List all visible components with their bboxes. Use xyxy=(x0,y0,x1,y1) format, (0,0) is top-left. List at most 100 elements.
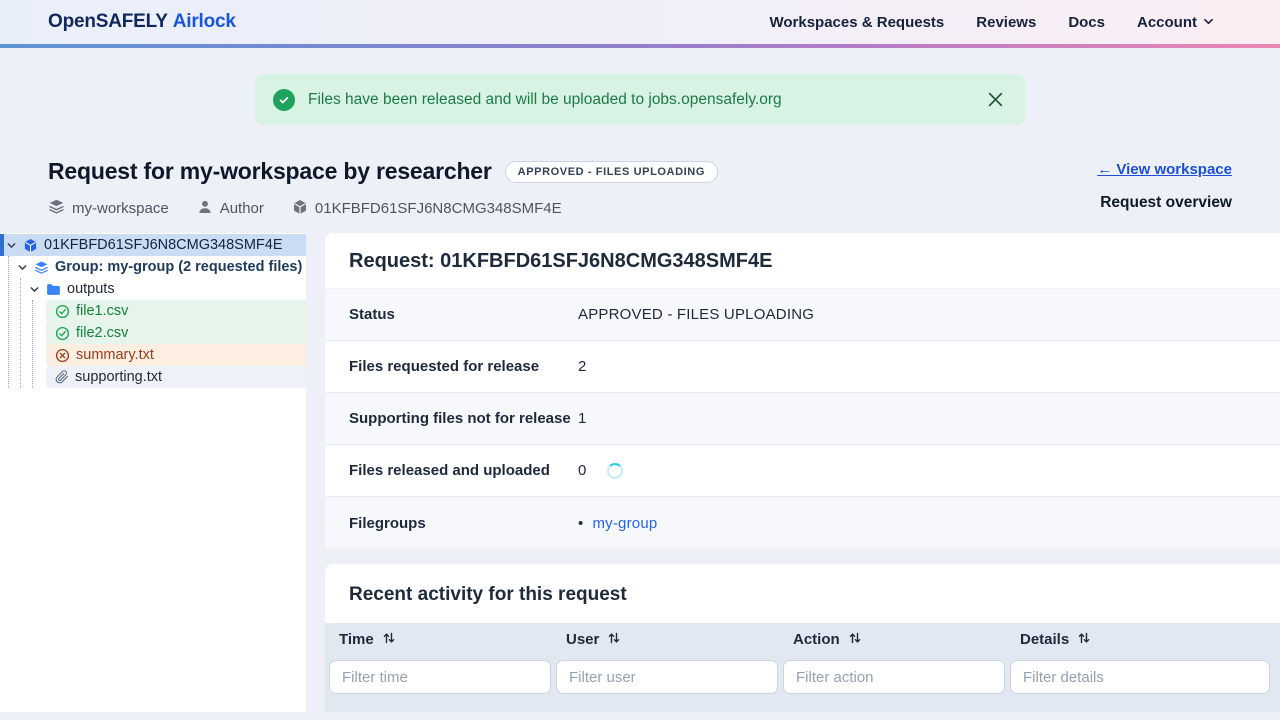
column-header-details[interactable]: Details xyxy=(1010,623,1270,656)
detail-value: 2 xyxy=(578,358,587,375)
chevron-down-icon[interactable] xyxy=(29,284,40,295)
tree-item-summary[interactable]: summary.txt xyxy=(46,344,306,366)
logo-secondary: Airlock xyxy=(172,11,236,32)
page-title: Request for my-workspace by researcher xyxy=(48,158,492,184)
tree-item-label: supporting.txt xyxy=(75,369,163,385)
detail-label: Supporting files not for release xyxy=(349,410,571,427)
meta-workspace-label: my-workspace xyxy=(72,200,169,217)
package-icon xyxy=(292,199,308,219)
activity-table: Time User Action Details xyxy=(325,623,1280,712)
filter-user-input[interactable] xyxy=(556,660,778,694)
main-panel: Request: 01KFBFD61SFJ6N8CMG348SMF4E Stat… xyxy=(325,233,1280,712)
top-navbar: OpenSAFELY Airlock Workspaces & Requests … xyxy=(0,0,1280,44)
detail-value: 1 xyxy=(578,410,587,427)
recent-activity-card: Recent activity for this request Time Us… xyxy=(325,564,1280,712)
tree-item-label: Group: my-group (2 requested files) xyxy=(55,259,303,275)
column-label: Details xyxy=(1020,631,1070,648)
detail-value: • my-group xyxy=(578,515,657,532)
success-check-icon xyxy=(273,88,295,111)
tree-item-label: file1.csv xyxy=(76,303,129,319)
tree-item-group[interactable]: Group: my-group (2 requested files) xyxy=(0,256,306,278)
request-details-title: Request: 01KFBFD61SFJ6N8CMG348SMF4E xyxy=(325,233,1280,289)
tree-guide xyxy=(32,300,33,388)
tree-item-file2[interactable]: file2.csv xyxy=(46,322,306,344)
detail-value: 0 xyxy=(578,462,623,479)
filegroup-link[interactable]: my-group xyxy=(592,515,657,532)
tree-item-outputs-folder[interactable]: outputs xyxy=(0,278,306,300)
activity-filter-row xyxy=(329,656,1270,694)
nav-account-menu[interactable]: Account xyxy=(1137,14,1214,31)
filter-action-input[interactable] xyxy=(783,660,1005,694)
package-icon xyxy=(23,238,38,253)
app-logo[interactable]: OpenSAFELY Airlock xyxy=(48,11,236,33)
column-label: Time xyxy=(339,631,374,648)
column-header-time[interactable]: Time xyxy=(329,623,551,656)
detail-row-status: Status APPROVED - FILES UPLOADING xyxy=(325,289,1280,341)
meta-request-id-label: 01KFBFD61SFJ6N8CMG348SMF4E xyxy=(314,200,562,217)
file-tree-panel: 01KFBFD61SFJ6N8CMG348SMF4E Group: my-gro… xyxy=(0,233,306,712)
tree-item-label: file2.csv xyxy=(76,325,129,341)
close-icon[interactable] xyxy=(986,90,1005,109)
chevron-down-icon xyxy=(1203,14,1214,31)
recent-activity-title: Recent activity for this request xyxy=(349,584,627,605)
request-overview-heading: Request overview xyxy=(1100,194,1232,211)
chevron-down-icon[interactable] xyxy=(6,240,17,251)
column-header-action[interactable]: Action xyxy=(783,623,1005,656)
circle-check-icon xyxy=(55,326,70,341)
nav-workspaces-requests[interactable]: Workspaces & Requests xyxy=(769,14,944,31)
details-table: Status APPROVED - FILES UPLOADING Files … xyxy=(325,289,1280,549)
meta-author-label: Author xyxy=(219,200,264,217)
detail-row-files-released: Files released and uploaded 0 xyxy=(325,445,1280,497)
layers-icon xyxy=(48,198,65,219)
detail-value: APPROVED - FILES UPLOADING xyxy=(578,306,815,323)
tree-item-supporting[interactable]: supporting.txt xyxy=(46,366,306,388)
filter-time-input[interactable] xyxy=(329,660,551,694)
column-header-user[interactable]: User xyxy=(556,623,778,656)
view-workspace-link[interactable]: ← View workspace xyxy=(1097,161,1232,178)
user-icon xyxy=(197,199,213,219)
circle-x-icon xyxy=(55,348,70,363)
filter-details-input[interactable] xyxy=(1010,660,1270,694)
column-label: User xyxy=(566,631,600,648)
tree-item-request-root[interactable]: 01KFBFD61SFJ6N8CMG348SMF4E xyxy=(0,234,306,256)
layers-icon xyxy=(34,260,49,275)
circle-check-icon xyxy=(55,304,70,319)
success-alert: Files have been released and will be upl… xyxy=(255,74,1025,125)
nav-links: Workspaces & Requests Reviews Docs Accou… xyxy=(769,14,1214,31)
detail-row-supporting-files: Supporting files not for release 1 xyxy=(325,393,1280,445)
detail-label: Filegroups xyxy=(349,514,426,532)
upload-spinner-icon xyxy=(606,462,623,479)
tree-item-label: summary.txt xyxy=(76,347,154,363)
meta-author: Author xyxy=(197,199,264,219)
content-area: 01KFBFD61SFJ6N8CMG348SMF4E Group: my-gro… xyxy=(0,233,1280,712)
nav-account-label: Account xyxy=(1137,13,1197,31)
tree-item-file1[interactable]: file1.csv xyxy=(46,300,306,322)
tree-item-label: outputs xyxy=(67,281,115,297)
folder-icon xyxy=(46,282,61,297)
status-badge: APPROVED - FILES UPLOADING xyxy=(504,160,718,183)
detail-label: Files released and uploaded xyxy=(349,462,550,479)
chevron-down-icon[interactable] xyxy=(17,262,28,273)
nav-docs[interactable]: Docs xyxy=(1068,14,1105,31)
sort-icon xyxy=(382,631,396,649)
request-meta: my-workspace Author 01KFBFD61SFJ6N8CMG34… xyxy=(48,198,718,219)
activity-table-header: Time User Action Details xyxy=(329,623,1270,656)
nav-reviews[interactable]: Reviews xyxy=(976,14,1036,31)
brand-gradient-divider xyxy=(0,44,1280,48)
meta-workspace: my-workspace xyxy=(48,198,169,219)
logo-primary: OpenSAFELY xyxy=(48,11,168,32)
meta-request-id: 01KFBFD61SFJ6N8CMG348SMF4E xyxy=(292,199,562,219)
detail-row-filegroups: Filegroups • my-group xyxy=(325,497,1280,549)
detail-label: Files requested for release xyxy=(349,358,540,375)
released-count: 0 xyxy=(578,462,587,479)
sort-icon xyxy=(1077,631,1091,649)
list-bullet: • xyxy=(578,514,584,532)
alert-message: Files have been released and will be upl… xyxy=(308,90,782,108)
detail-label: Status xyxy=(349,306,395,323)
sort-icon xyxy=(848,631,862,649)
column-label: Action xyxy=(793,631,840,648)
detail-row-files-requested: Files requested for release 2 xyxy=(325,341,1280,393)
paperclip-icon xyxy=(55,370,69,384)
tree-item-label: 01KFBFD61SFJ6N8CMG348SMF4E xyxy=(44,237,283,253)
request-details-card: Request: 01KFBFD61SFJ6N8CMG348SMF4E Stat… xyxy=(325,233,1280,549)
